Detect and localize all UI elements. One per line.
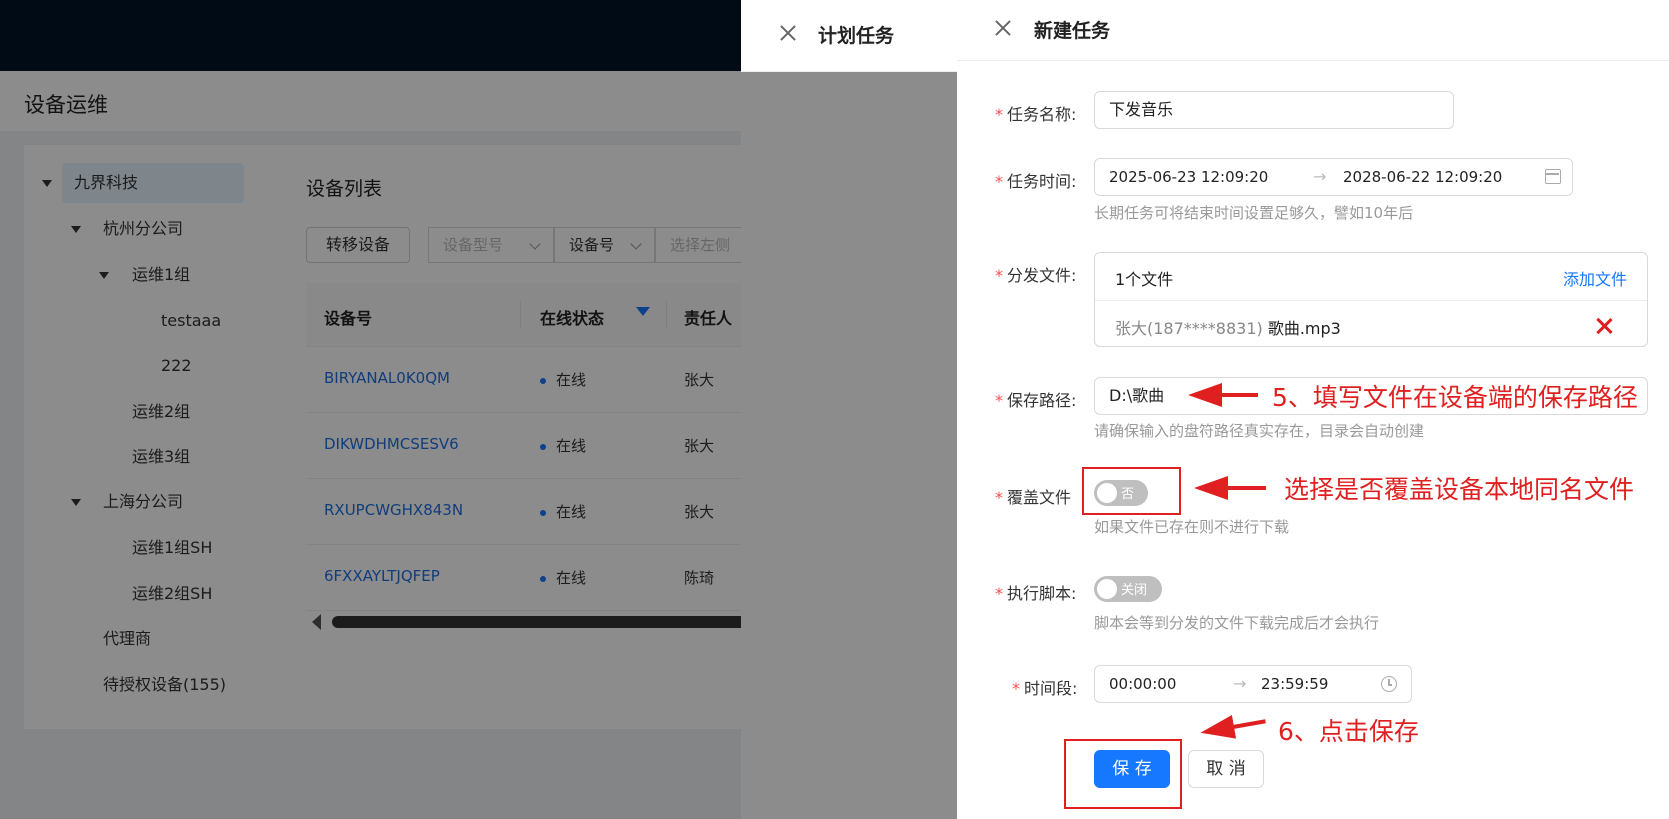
files-label: * 分发文件: — [995, 266, 1077, 285]
task-time-label: * 任务时间: — [995, 172, 1077, 191]
close-icon[interactable] — [779, 24, 797, 42]
task-time-range-picker[interactable]: 2025-06-23 12:09:20 → 2028-06-22 12:09:2… — [1094, 158, 1573, 196]
task-time-hint: 长期任务可将结束时间设置足够久，譬如10年后 — [1094, 204, 1414, 222]
annotation-arrow-icon — [1188, 383, 1258, 407]
file-list-header: 1个文件 添加文件 — [1095, 253, 1647, 301]
file-name: 歌曲.mp3 — [1267, 319, 1341, 338]
save-button[interactable]: 保 存 — [1094, 750, 1170, 788]
add-file-link[interactable]: 添加文件 — [1563, 266, 1627, 290]
task-start-time[interactable]: 2025-06-23 12:09:20 — [1109, 168, 1268, 186]
clock-icon[interactable] — [1381, 676, 1397, 692]
save-path-hint: 请确保输入的盘符路径真实存在，目录会自动创建 — [1094, 422, 1425, 440]
annotation-save: 6、点击保存 — [1278, 717, 1419, 746]
overwrite-hint: 如果文件已存在则不进行下载 — [1094, 518, 1290, 536]
calendar-icon[interactable] — [1545, 169, 1561, 184]
cancel-button[interactable]: 取 消 — [1188, 750, 1264, 788]
switch-knob — [1097, 579, 1117, 599]
annotation-save-path: 5、填写文件在设备端的保存路径 — [1272, 383, 1638, 412]
file-item: 张大(187****8831) 歌曲.mp3 — [1115, 315, 1341, 339]
close-icon[interactable] — [994, 19, 1012, 37]
time-window-start[interactable]: 00:00:00 — [1109, 675, 1176, 693]
time-window-end[interactable]: 23:59:59 — [1261, 666, 1328, 702]
file-owner: 张大(187****8831) — [1115, 319, 1263, 338]
new-task-title: 新建任务 — [1034, 20, 1111, 42]
file-count: 1个文件 — [1115, 270, 1174, 289]
range-arrow-icon: → — [1233, 674, 1247, 693]
task-name-label: * 任务名称: — [995, 105, 1077, 124]
task-name-input[interactable]: 下发音乐 — [1094, 91, 1454, 129]
new-task-drawer-header: 新建任务 — [957, 0, 1669, 61]
task-end-time[interactable]: 2028-06-22 12:09:20 — [1343, 159, 1502, 195]
file-list-box: 1个文件 添加文件 张大(187****8831) 歌曲.mp3 — [1094, 252, 1648, 347]
plan-task-title: 计划任务 — [818, 25, 895, 47]
run-script-hint: 脚本会等到分发的文件下载完成后才会执行 — [1094, 614, 1380, 632]
save-path-label: * 保存路径: — [995, 391, 1077, 410]
annotation-arrow-icon — [1194, 476, 1266, 500]
range-arrow-icon: → — [1313, 167, 1327, 186]
run-script-switch[interactable]: 关闭 — [1094, 576, 1162, 602]
run-script-switch-text: 关闭 — [1121, 583, 1148, 598]
annotation-highlight-box — [1082, 467, 1181, 515]
time-window-picker[interactable]: 00:00:00 → 23:59:59 — [1094, 665, 1412, 703]
nested-drawer-mask[interactable] — [741, 72, 957, 819]
annotation-overwrite: 选择是否覆盖设备本地同名文件 — [1284, 475, 1635, 504]
run-script-label: * 执行脚本: — [995, 584, 1077, 603]
delete-file-icon[interactable] — [1595, 317, 1613, 335]
time-window-label: * 时间段: — [1012, 679, 1078, 698]
overwrite-label: * 覆盖文件 — [995, 488, 1072, 507]
